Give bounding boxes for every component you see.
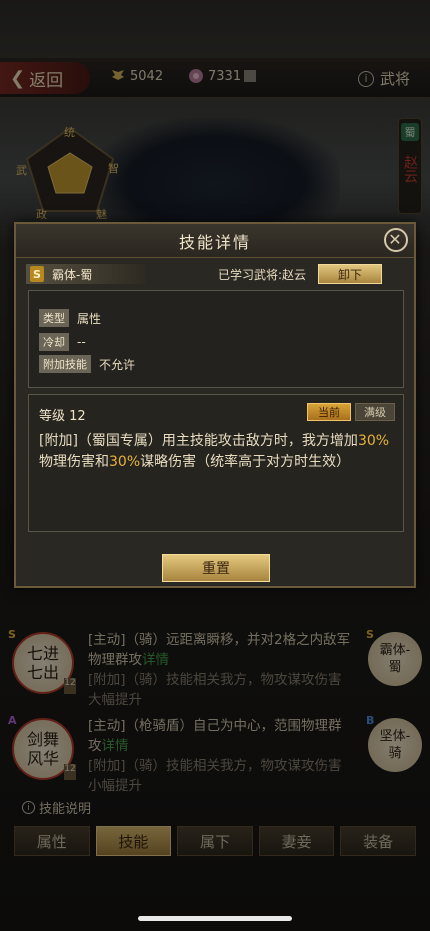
desc-highlight: 30%	[109, 454, 141, 470]
desc-text: 物理伤害和	[39, 454, 109, 470]
attr-value: --	[77, 335, 86, 349]
skill-grade-badge: S	[30, 266, 44, 282]
desc-text: [附加]（蜀国专属）用主技能攻击敌方时，我方增加	[39, 433, 358, 449]
current-level-button[interactable]: 当前	[307, 403, 351, 421]
attr-type: 类型 属性	[39, 309, 101, 327]
skill-effect-text: [附加]（蜀国专属）用主技能攻击敌方时，我方增加30%物理伤害和30%谋略伤害（…	[39, 431, 399, 473]
reset-button[interactable]: 重置	[162, 554, 270, 582]
skill-attributes: 类型 属性 冷却 -- 附加技能 不允许	[28, 290, 404, 388]
attr-cooldown: 冷却 --	[39, 333, 86, 351]
close-icon[interactable]: ✕	[384, 228, 408, 252]
attr-value: 不允许	[99, 357, 136, 372]
attr-extra-skill: 附加技能 不允许	[39, 355, 135, 373]
attr-key: 类型	[39, 309, 69, 327]
level-label: 等级 12	[39, 409, 86, 424]
max-level-button[interactable]: 满级	[355, 403, 395, 421]
dialog-header: 技能详情 ✕	[16, 224, 414, 258]
learned-by-text: 已学习武将:赵云	[218, 268, 307, 282]
home-indicator[interactable]	[138, 916, 292, 921]
desc-text: 谋略伤害（统率高于对方时生效）	[140, 454, 351, 470]
attr-key: 附加技能	[39, 355, 91, 373]
skill-detail-dialog: 技能详情 ✕ S 霸体-蜀 已学习武将:赵云 卸下 类型 属性 冷却 -- 附加…	[14, 222, 416, 588]
game-screen: ❮ 返回 5042 7331 i 武将 统 智 魅 政 武 蜀 赵云 S 七进七…	[0, 0, 430, 895]
attr-key: 冷却	[39, 333, 69, 351]
skill-level-detail: 等级 12 当前 满级 [附加]（蜀国专属）用主技能攻击敌方时，我方增加30%物…	[28, 394, 404, 532]
skill-name: 霸体-蜀	[52, 267, 93, 282]
skill-name-bar: S 霸体-蜀	[26, 264, 146, 284]
desc-highlight: 30%	[357, 433, 390, 449]
unload-button[interactable]: 卸下	[318, 264, 382, 284]
attr-value: 属性	[77, 311, 102, 326]
dialog-title: 技能详情	[178, 232, 251, 252]
